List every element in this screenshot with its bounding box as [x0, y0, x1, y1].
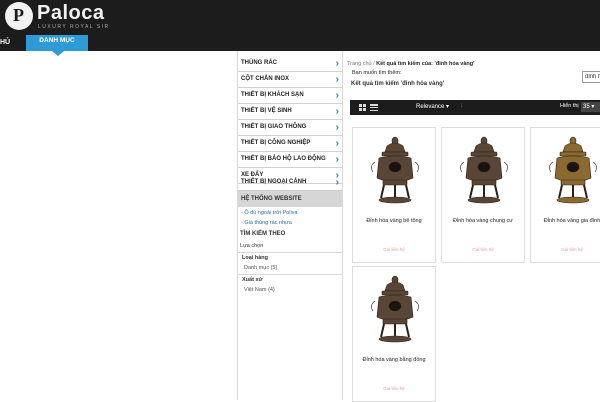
chevron-right-icon: ›: [335, 58, 339, 69]
product-name[interactable]: Đỉnh hóa vàng bằng đồng: [353, 357, 435, 363]
sidebar-item-label: THIẾT BỊ KHÁCH SẠN: [241, 92, 304, 98]
nav-item-home[interactable]: HỦ: [0, 39, 10, 46]
logo-letter: P: [13, 5, 24, 25]
page-size-label: Hiển thị: [560, 103, 579, 109]
query-note: Bạn muốn tìm thêm:: [352, 70, 402, 76]
breadcrumb-current: Kết quả tìm kiếm của: 'đỉnh hóa vàng': [376, 61, 475, 67]
product-price: Giá liên hệ: [561, 247, 583, 252]
chevron-down-icon: ▾: [446, 104, 450, 110]
sidebar-item-outdoor[interactable]: THIẾT BỊ NGOẠI CẢNH ›: [238, 175, 342, 191]
chevron-right-icon: ›: [335, 122, 339, 133]
chevron-right-icon: ›: [335, 154, 339, 165]
sidebar-item-label: THIẾT BỊ CÔNG NGHIỆP: [241, 140, 311, 146]
product-card[interactable]: Đỉnh hóa vàng bằng đồng Giá liên hệ: [352, 266, 436, 402]
top-bar: P Paloca LUXURY ROYAL SIR: [0, 0, 600, 35]
sidebar-item-label: THIẾT BỊ VỆ SINH: [241, 108, 292, 114]
filter-type-title: Loại hàng: [242, 255, 268, 261]
nav-bar: HỦ DANH MỤC: [0, 35, 600, 83]
product-price: Giá liên hệ: [472, 247, 494, 252]
sort-value: Relevance: [416, 104, 445, 110]
page-size-select[interactable]: 35 ▾: [581, 102, 600, 112]
category-sidebar: THÙNG RÁC › CỘT CHẮN INOX › THIẾT BỊ KHÁCH…: [237, 51, 343, 400]
results-title: Kết quả tìm kiếm 'đỉnh hóa vàng': [351, 81, 445, 87]
nav-tab-pointer: [52, 51, 64, 56]
product-image[interactable]: [531, 128, 600, 216]
filter-header: TÌM KIẾM THEO: [240, 231, 286, 237]
sidebar-item-label: THIẾT BỊ NGOẠI CẢNH: [241, 179, 307, 185]
chevron-right-icon: ›: [335, 90, 339, 101]
product-image[interactable]: [353, 128, 437, 216]
logo-icon[interactable]: P: [5, 2, 33, 30]
nav-tab-categories[interactable]: DANH MỤC: [26, 35, 88, 51]
sidebar-item-label: THÙNG RÁC: [241, 60, 277, 66]
sort-select[interactable]: Relevance ▾: [416, 103, 449, 112]
sidebar-item-label: CỘT CHẮN INOX: [241, 76, 289, 82]
brand-name[interactable]: Paloca: [37, 2, 104, 25]
chevron-right-icon: ›: [335, 106, 339, 117]
product-price: Giá liên hệ: [383, 247, 405, 252]
product-name[interactable]: Đỉnh hóa vàng gia đình: [531, 218, 600, 224]
system-link-poliva[interactable]: - Ô dù ngoài trời Poliva: [241, 210, 298, 216]
grid-view-icon[interactable]: [359, 104, 366, 111]
sidebar-item-inox-bollards[interactable]: CỘT CHẮN INOX ›: [238, 72, 342, 88]
product-image[interactable]: [442, 128, 526, 216]
sidebar-item-trash-bins[interactable]: THÙNG RÁC ›: [238, 56, 342, 72]
list-view-icon[interactable]: [370, 104, 378, 111]
sidebar-item-label: THIẾT BỊ BẢO HỘ LAO ĐỘNG: [241, 156, 326, 162]
chevron-right-icon: ›: [335, 74, 339, 85]
sidebar-item-traffic[interactable]: THIẾT BỊ GIAO THÔNG ›: [238, 120, 342, 136]
product-card[interactable]: Đỉnh hóa vàng chung cư Giá liên hệ: [441, 127, 525, 263]
sidebar-item-sanitary[interactable]: THIẾT BỊ VỆ SINH ›: [238, 104, 342, 120]
results-toolbar: Relevance ▾ ↓ Hiển thị 35 ▾: [350, 100, 600, 115]
chevron-right-icon: ›: [335, 138, 339, 149]
breadcrumb-home[interactable]: Trang chủ: [347, 61, 372, 67]
product-price: Giá liên hệ: [383, 386, 405, 391]
divider: [238, 274, 342, 275]
search-results: Trang chủ / Kết quả tìm kiếm của: 'đỉnh …: [344, 51, 600, 402]
sort-direction-icon[interactable]: ↓: [460, 102, 464, 109]
filter-origin-title: Xuất xứ: [242, 277, 263, 283]
filter-type-option[interactable]: Danh mục (5): [244, 265, 277, 271]
breadcrumb: Trang chủ / Kết quả tìm kiếm của: 'đỉnh …: [347, 61, 474, 67]
product-card[interactable]: Đỉnh hóa vàng gia đình Giá liên hệ: [530, 127, 600, 263]
filter-origin-option[interactable]: Việt Nam (4): [244, 287, 275, 293]
brand-tagline: LUXURY ROYAL SIR: [38, 24, 110, 30]
product-card[interactable]: Đỉnh hóa vàng bê tông Giá liên hệ: [352, 127, 436, 263]
sidebar-item-industrial[interactable]: THIẾT BỊ CÔNG NGHIỆP ›: [238, 136, 342, 152]
divider: [238, 252, 342, 253]
filter-choose-label: Lựa chọn: [240, 243, 264, 249]
system-link-plastic-bins[interactable]: - Giá thùng rác nhựa: [241, 220, 292, 226]
sidebar-item-label: THIẾT BỊ GIAO THÔNG: [241, 124, 307, 130]
system-websites-header: HỆ THỐNG WEBSITE: [238, 191, 342, 207]
product-image[interactable]: [353, 267, 437, 355]
sidebar-item-safety[interactable]: THIẾT BỊ BẢO HỘ LAO ĐỘNG ›: [238, 152, 342, 168]
product-name[interactable]: Đỉnh hóa vàng chung cư: [442, 218, 524, 224]
chevron-right-icon: ›: [335, 177, 339, 188]
sidebar-item-hotel-equipment[interactable]: THIẾT BỊ KHÁCH SẠN ›: [238, 88, 342, 104]
product-name[interactable]: Đỉnh hóa vàng bê tông: [353, 218, 435, 224]
